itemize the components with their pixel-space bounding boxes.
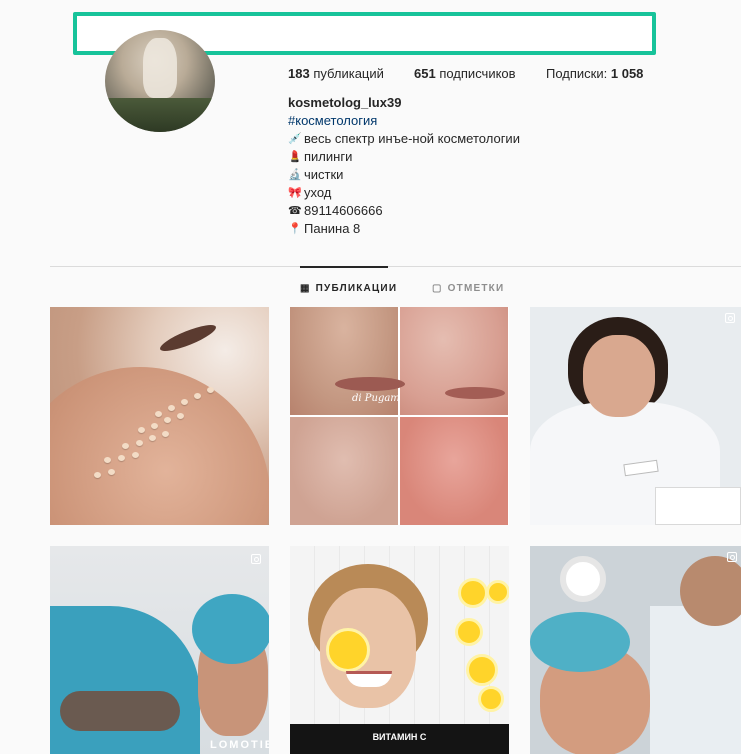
post-tile-5[interactable]: ВИТАМИН С xyxy=(290,546,509,754)
hashtag-link[interactable]: #косметология xyxy=(288,112,520,130)
tab-posts-label: ПУБЛИКАЦИИ xyxy=(315,283,398,294)
video-icon xyxy=(251,554,261,564)
post-image-detail xyxy=(164,417,171,423)
post-image-detail xyxy=(138,427,145,433)
tab-tagged[interactable]: ▢ ОТМЕТКИ xyxy=(432,283,504,294)
post-image-detail xyxy=(50,606,200,754)
followers-count: 651 xyxy=(414,66,436,81)
bio-line-text: уход xyxy=(304,185,332,200)
tab-tagged-label: ОТМЕТКИ xyxy=(447,283,505,294)
tabs-divider xyxy=(50,266,741,267)
video-icon xyxy=(725,313,735,323)
post-image-detail xyxy=(445,387,505,399)
bio-line: ☎ 89114606666 xyxy=(288,202,520,220)
post-image-detail xyxy=(486,580,509,604)
post-tile-3[interactable] xyxy=(530,307,741,525)
bio-line: 📍 Панина 8 xyxy=(288,220,520,238)
post-image-detail xyxy=(157,320,219,356)
post-logo-text: LOMOTIE xyxy=(210,739,269,751)
post-image-detail xyxy=(162,431,169,437)
post-image-detail xyxy=(94,472,101,478)
post-tile-1[interactable] xyxy=(50,307,269,525)
post-image xyxy=(400,417,508,525)
post-image xyxy=(290,417,398,525)
post-image-detail xyxy=(458,578,488,608)
post-image-detail xyxy=(132,452,139,458)
posts-stat[interactable]: 183 публикаций xyxy=(288,66,414,81)
post-image-detail xyxy=(207,387,214,393)
post-image-detail xyxy=(177,413,184,419)
tag-icon: ▢ xyxy=(432,283,443,294)
ribbon-icon: 🎀 xyxy=(288,187,302,199)
post-image-detail xyxy=(122,443,129,449)
followers-stat[interactable]: 651 подписчиков xyxy=(414,66,546,81)
post-tile-6[interactable] xyxy=(530,546,741,754)
post-image-detail xyxy=(335,377,405,391)
post-image-detail xyxy=(583,335,655,417)
bio-line-text: чистки xyxy=(304,167,344,182)
username: kosmetolog_lux39 xyxy=(288,95,402,110)
following-label: Подписки: xyxy=(546,66,608,81)
posts-count: 183 xyxy=(288,66,310,81)
profile-bio: kosmetolog_lux39 #косметология 💉 весь сп… xyxy=(288,94,520,238)
post-image-detail xyxy=(478,686,504,712)
post-image-detail xyxy=(118,455,125,461)
active-tab-indicator xyxy=(300,266,388,268)
bio-line-text: Панина 8 xyxy=(304,221,361,236)
pin-icon: 📍 xyxy=(288,223,302,235)
microscope-icon: 🔬 xyxy=(288,169,302,181)
post-image-detail xyxy=(466,654,498,686)
post-image xyxy=(50,367,269,525)
post-image-detail xyxy=(560,556,606,602)
post-image-detail xyxy=(655,487,741,525)
posts-label: публикаций xyxy=(313,66,384,81)
video-icon xyxy=(727,552,737,562)
post-image-detail xyxy=(149,435,156,441)
grid-icon: ▦ xyxy=(300,283,311,294)
post-image-detail xyxy=(136,440,143,446)
post-image-detail xyxy=(181,399,188,405)
post-image-detail xyxy=(455,618,483,646)
avatar[interactable] xyxy=(105,30,215,132)
profile-stats: 183 публикаций 651 подписчиков Подписки:… xyxy=(288,66,643,81)
bio-line: 💄 пилинги xyxy=(288,148,520,166)
bio-line-text: пилинги xyxy=(304,149,353,164)
bio-line-text: 89114606666 xyxy=(304,203,383,218)
post-image-detail xyxy=(151,423,158,429)
post-image-detail xyxy=(194,393,201,399)
post-image-detail xyxy=(650,606,741,754)
phone-icon: ☎ xyxy=(288,205,302,217)
bio-line: 🔬 чистки xyxy=(288,166,520,184)
post-tile-2[interactable]: di Pugam xyxy=(290,307,509,525)
bio-line: 💉 весь спектр инъе-ной косметологии xyxy=(288,130,520,148)
post-image-detail xyxy=(104,457,111,463)
post-image-detail xyxy=(530,612,630,672)
post-image-detail xyxy=(168,405,175,411)
post-image-detail xyxy=(60,691,180,731)
post-tile-4[interactable]: LOMOTIE xyxy=(50,546,269,754)
post-banner-title: ВИТАМИН С xyxy=(372,732,427,742)
bio-line-text: весь спектр инъе-ной косметологии xyxy=(304,131,520,146)
post-image-detail xyxy=(155,411,162,417)
followers-label: подписчиков xyxy=(439,66,516,81)
syringe-icon: 💉 xyxy=(288,133,302,145)
post-image-detail xyxy=(108,469,115,475)
following-stat[interactable]: Подписки: 1 058 xyxy=(546,66,643,81)
bio-line: 🎀 уход xyxy=(288,184,520,202)
post-image-detail xyxy=(192,594,269,664)
watermark-signature: di Pugam xyxy=(352,393,400,404)
post-image xyxy=(400,307,508,415)
post-image-detail xyxy=(680,556,741,626)
lipstick-icon: 💄 xyxy=(288,151,302,163)
post-image-detail xyxy=(326,628,370,672)
tab-posts[interactable]: ▦ ПУБЛИКАЦИИ xyxy=(300,283,397,294)
following-count: 1 058 xyxy=(610,66,644,81)
